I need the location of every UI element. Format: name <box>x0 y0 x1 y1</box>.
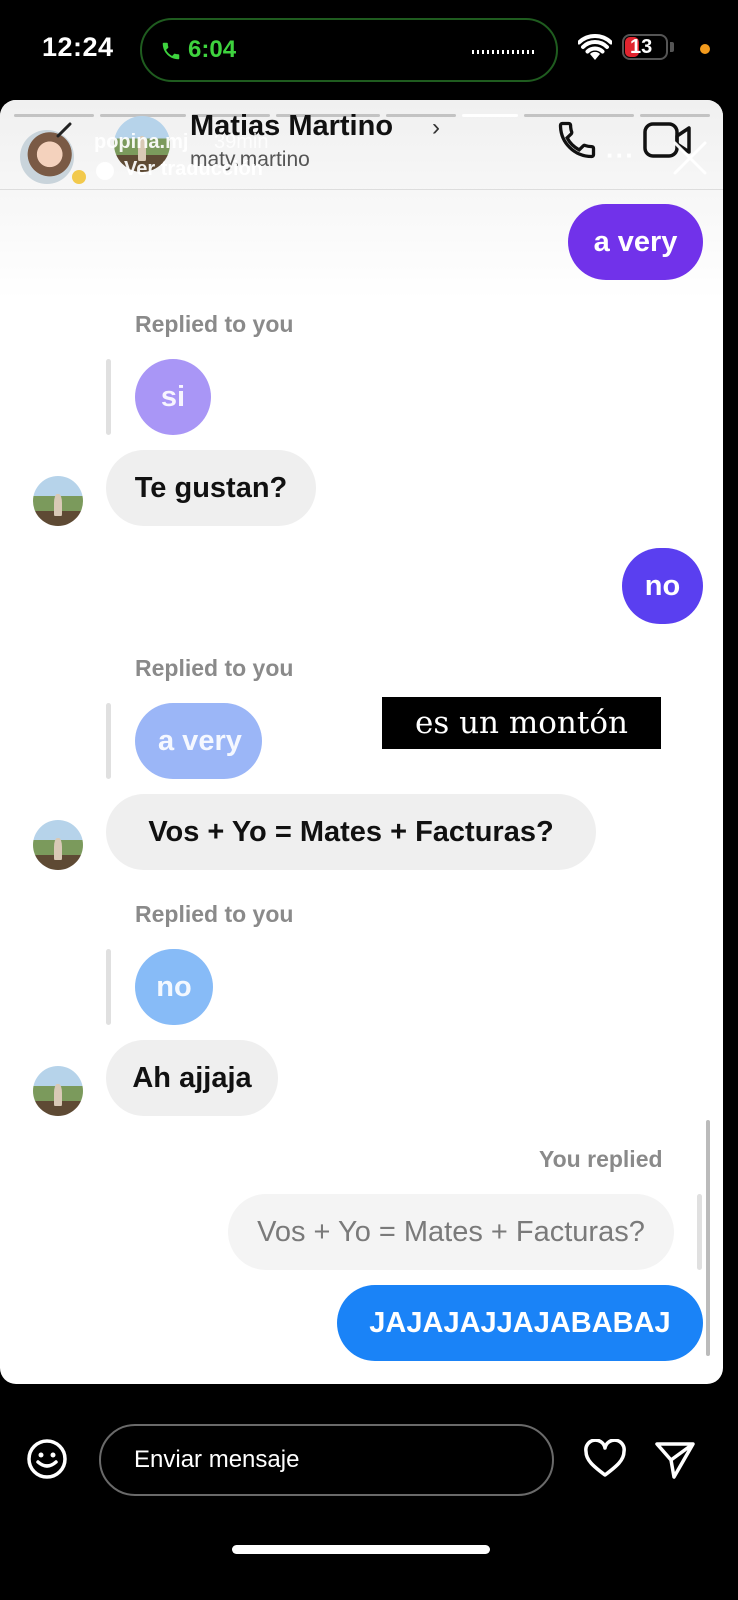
active-call-pill[interactable]: 6:04 <box>140 18 558 82</box>
translate-icon <box>96 162 114 180</box>
reply-context-label: You replied <box>539 1146 663 1172</box>
story-progress-segment <box>386 114 456 117</box>
story-progress-segment <box>524 114 634 117</box>
battery-cap <box>670 42 674 52</box>
audio-call-icon[interactable] <box>555 118 599 162</box>
story-progress-segment <box>640 114 710 117</box>
heart-icon[interactable] <box>583 1439 627 1479</box>
privacy-indicator-dot <box>700 44 710 54</box>
story-username[interactable]: popina.mj <box>94 131 188 154</box>
emoji-icon[interactable] <box>26 1438 68 1480</box>
message-input-placeholder: Enviar mensaje <box>134 1446 300 1473</box>
status-time: 12:24 <box>42 32 114 62</box>
sender-avatar[interactable] <box>33 476 83 526</box>
story-progress-segment <box>14 114 94 117</box>
home-indicator[interactable] <box>232 1545 490 1554</box>
story-time-ago: 39min <box>214 131 269 153</box>
chat-scrollbar[interactable] <box>706 1120 710 1356</box>
message-sent[interactable]: no <box>622 548 703 624</box>
emoji-sticker-icon <box>72 170 86 184</box>
battery-icon: 13 <box>622 34 668 60</box>
story-progress-segment-active <box>462 114 518 117</box>
quoted-message[interactable]: si <box>135 359 211 435</box>
audio-waveform <box>472 50 536 54</box>
wifi-icon <box>578 34 612 60</box>
chevron-right-icon[interactable]: › <box>432 114 440 142</box>
message-received[interactable]: Te gustan? <box>106 450 316 526</box>
reply-context-label: Replied to you <box>135 311 294 337</box>
story-overlay-text: es un montón <box>382 697 661 749</box>
battery-level: 13 <box>630 36 653 58</box>
header-divider <box>0 189 723 190</box>
message-received[interactable]: Ah ajjaja <box>106 1040 278 1116</box>
translate-link[interactable]: Ver traducción <box>124 158 263 181</box>
phone-icon <box>162 42 180 60</box>
message-sent[interactable]: JAJAJAJJAJABABAJ <box>337 1285 703 1361</box>
sender-avatar[interactable] <box>33 820 83 870</box>
reply-indicator-bar <box>697 1194 702 1270</box>
sender-avatar[interactable] <box>33 1066 83 1116</box>
reply-context-label: Replied to you <box>135 901 294 927</box>
call-timer: 6:04 <box>188 36 237 63</box>
message-sent[interactable]: a very <box>568 204 703 280</box>
back-chevron-icon[interactable] <box>44 118 74 148</box>
quoted-message[interactable]: Vos + Yo = Mates + Facturas? <box>228 1194 674 1270</box>
quoted-message[interactable]: a very <box>135 703 262 779</box>
reply-context-label: Replied to you <box>135 655 294 681</box>
reply-indicator-bar <box>106 359 111 435</box>
message-received[interactable]: Vos + Yo = Mates + Facturas? <box>106 794 596 870</box>
close-icon[interactable] <box>672 140 708 176</box>
reply-indicator-bar <box>106 949 111 1025</box>
reply-indicator-bar <box>106 703 111 779</box>
more-icon[interactable]: ··· <box>606 140 635 171</box>
send-icon[interactable] <box>654 1440 696 1480</box>
quoted-message[interactable]: no <box>135 949 213 1025</box>
message-input[interactable]: Enviar mensaje <box>99 1424 554 1496</box>
